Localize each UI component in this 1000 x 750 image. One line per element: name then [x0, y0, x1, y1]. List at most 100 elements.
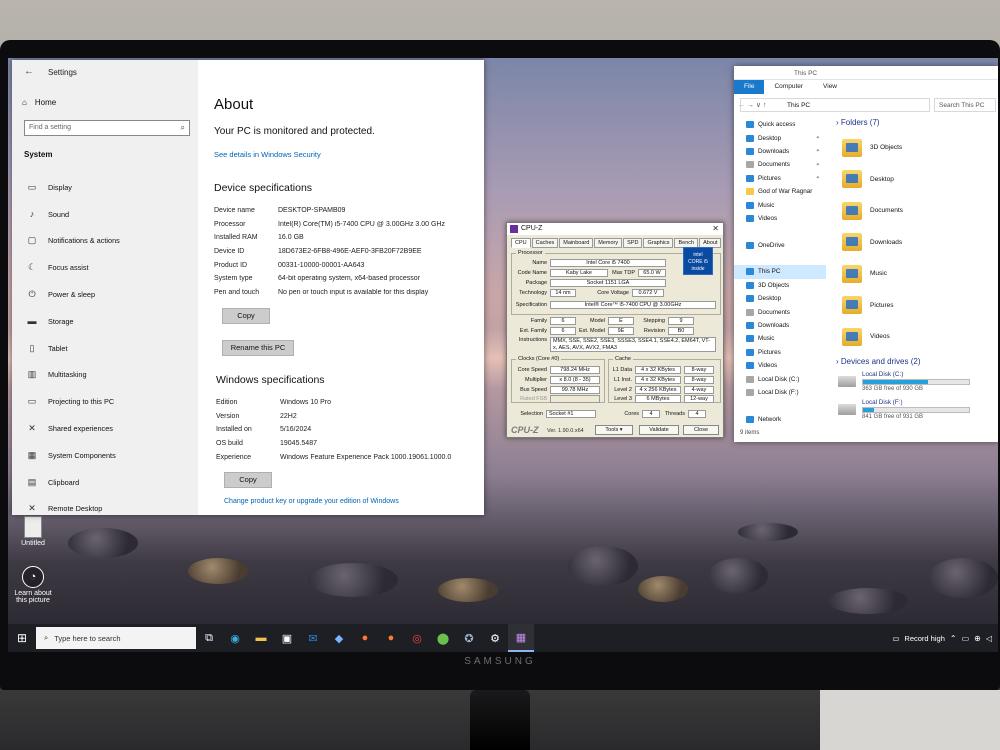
xbox-icon[interactable]: ⬤ — [430, 624, 456, 652]
sidebar-item[interactable]: ▥ Multitasking — [12, 362, 198, 389]
app-icon[interactable]: ◆ — [326, 624, 352, 652]
address-bar[interactable]: This PC — [740, 98, 930, 112]
ribbon-tab[interactable]: View — [813, 80, 847, 94]
sidebar-item-label: Notifications & actions — [48, 236, 120, 246]
copy-button-2[interactable]: Copy — [224, 472, 272, 488]
sidebar-item[interactable]: ▢ Notifications & actions — [12, 228, 198, 255]
socket-select[interactable]: Socket #1 — [546, 410, 596, 418]
volume-icon[interactable]: ◁ — [986, 634, 992, 643]
folder-item[interactable]: Music — [828, 258, 996, 290]
folder-item[interactable]: Videos — [828, 321, 996, 353]
sidebar-item[interactable]: ☾ Focus assist — [12, 254, 198, 281]
folders-header[interactable]: › Folders (7) — [836, 118, 996, 132]
folder-item[interactable]: Pictures — [828, 290, 996, 322]
cpuz-tab[interactable]: Caches — [531, 238, 559, 248]
file-explorer-icon[interactable]: ▬ — [248, 624, 274, 652]
fsb-value — [550, 395, 600, 403]
nav-pane-item[interactable]: Local Disk (F:) — [734, 386, 826, 399]
change-product-key-link[interactable]: Change product key or upgrade your editi… — [224, 498, 399, 505]
temperature-icon[interactable]: ▭ — [892, 634, 899, 643]
ribbon-tab[interactable]: File — [734, 80, 765, 94]
sidebar-item[interactable]: ✕ Shared experiences — [12, 415, 198, 442]
outlook-icon[interactable]: ✉ — [300, 624, 326, 652]
sidebar-item[interactable]: ▦ System Components — [12, 442, 198, 469]
ribbon-tab[interactable]: Computer — [764, 80, 813, 94]
cpuz-tab[interactable]: CPU — [511, 238, 531, 248]
nav-item-icon: ☾ — [27, 262, 37, 273]
sidebar-item[interactable]: ♪ Sound — [12, 201, 198, 228]
nav-pane-item[interactable]: Videos — [734, 212, 826, 225]
close-icon[interactable]: ✕ — [712, 224, 719, 233]
folder-item[interactable]: Documents — [828, 195, 996, 227]
cpuz-taskbar-icon[interactable]: ▦ — [508, 624, 534, 652]
nav-pane-item[interactable]: Pictures ✦ — [734, 172, 826, 185]
settings-search-input[interactable]: Find a setting ⌕ — [24, 120, 190, 136]
nav-pane-item[interactable]: 3D Objects — [734, 279, 826, 292]
edge-icon[interactable]: ◉ — [222, 624, 248, 652]
opera-icon[interactable]: ◎ — [404, 624, 430, 652]
spec-row: Device name DESKTOP-SPAMB09 — [214, 204, 484, 218]
folder-item[interactable]: Desktop — [828, 164, 996, 196]
display-icon[interactable]: ▭ — [962, 634, 970, 643]
sidebar-item[interactable]: ▯ Tablet — [12, 335, 198, 362]
task-view-icon[interactable]: ⧉ — [196, 624, 222, 652]
nav-item-icon: ✕ — [28, 503, 36, 514]
nav-pane-item[interactable]: OneDrive — [734, 239, 826, 252]
steam-icon[interactable]: ✪ — [456, 624, 482, 652]
chevron-up-icon[interactable]: ⌃ — [950, 634, 957, 643]
revision-value: B0 — [668, 327, 694, 335]
home-nav[interactable]: ⌂ Home — [22, 98, 56, 107]
store-icon[interactable]: ▣ — [274, 624, 300, 652]
drive-item[interactable]: Local Disk (F:) 841 GB free of 931 GB — [828, 399, 996, 427]
folder-item[interactable]: 3D Objects — [828, 132, 996, 164]
drive-item[interactable]: Local Disk (C:) 363 GB free of 930 GB — [828, 371, 996, 399]
copy-button[interactable]: Copy — [222, 308, 270, 324]
firefox-icon[interactable]: ● — [352, 624, 378, 652]
nav-pane-item[interactable]: Quick access — [734, 118, 826, 131]
firefox-icon-2[interactable]: ● — [378, 624, 404, 652]
back-arrow-icon[interactable]: ← — [24, 66, 34, 77]
nav-pane-item[interactable]: Downloads ✦ — [734, 145, 826, 158]
nav-pane-item[interactable]: Documents ✦ — [734, 158, 826, 171]
cpuz-tab[interactable]: SPD — [623, 238, 643, 248]
folder-item[interactable]: Downloads — [828, 227, 996, 259]
nav-pane-item[interactable]: Desktop ✦ — [734, 131, 826, 144]
sidebar-item[interactable]: ⏻ Power & sleep — [12, 281, 198, 308]
nav-pane-item[interactable]: Desktop — [734, 292, 826, 305]
sidebar-item[interactable]: ✕ Remote Desktop — [12, 496, 198, 523]
nav-pane-item[interactable]: This PC — [734, 265, 826, 279]
cpuz-tab[interactable]: Graphics — [643, 238, 674, 248]
windows-start-icon[interactable]: ⊞ — [8, 624, 36, 652]
desktop-icon-learn-picture[interactable]: ◔ Learn about this picture — [8, 566, 58, 604]
desktop-icon-label: Learn about this picture — [14, 590, 52, 604]
nav-pane-item[interactable]: Downloads — [734, 319, 826, 332]
nav-pane-item[interactable]: Pictures — [734, 346, 826, 359]
sidebar-item[interactable]: ▬ Storage — [12, 308, 198, 335]
explorer-search-input[interactable]: Search This PC — [934, 98, 996, 112]
nav-pane-item[interactable]: Local Disk (C:) — [734, 372, 826, 385]
record-high-label[interactable]: Record high — [904, 634, 944, 643]
nav-pane-item[interactable]: Music — [734, 198, 826, 211]
cpuz-tab[interactable]: Mainboard — [559, 238, 594, 248]
close-button[interactable]: Close — [683, 425, 719, 435]
nav-pane-item[interactable]: Music — [734, 332, 826, 345]
nav-pane-item[interactable]: Network — [734, 413, 826, 426]
validate-button[interactable]: Validate — [639, 425, 679, 435]
sidebar-item[interactable]: ▭ Projecting to this PC — [12, 388, 198, 415]
sidebar-item[interactable]: ▭ Display — [12, 174, 198, 201]
bus-value: 99.78 MHz — [550, 386, 600, 394]
drives-header[interactable]: › Devices and drives (2) — [836, 357, 996, 371]
network-icon[interactable]: ⊕ — [974, 634, 981, 643]
security-link[interactable]: See details in Windows Security — [214, 150, 321, 159]
nav-pane-item[interactable]: God of War Ragnar — [734, 185, 826, 198]
cpuz-tab[interactable]: Memory — [594, 238, 623, 248]
folder-icon — [746, 121, 754, 129]
taskbar-search-input[interactable]: ⌕ Type here to search — [36, 627, 196, 649]
nav-pane-item[interactable]: Documents — [734, 305, 826, 318]
tools-button[interactable]: Tools ▾ — [595, 425, 633, 435]
settings-gear-icon[interactable]: ⚙ — [482, 624, 508, 652]
nav-pane-item[interactable]: Videos — [734, 359, 826, 372]
rename-pc-button[interactable]: Rename this PC — [222, 340, 294, 356]
sidebar-item[interactable]: ▤ Clipboard — [12, 469, 198, 496]
cpuz-window: CPU-Z ✕ CPU Caches Mainboard Memory SPD Graph… — [506, 222, 724, 438]
